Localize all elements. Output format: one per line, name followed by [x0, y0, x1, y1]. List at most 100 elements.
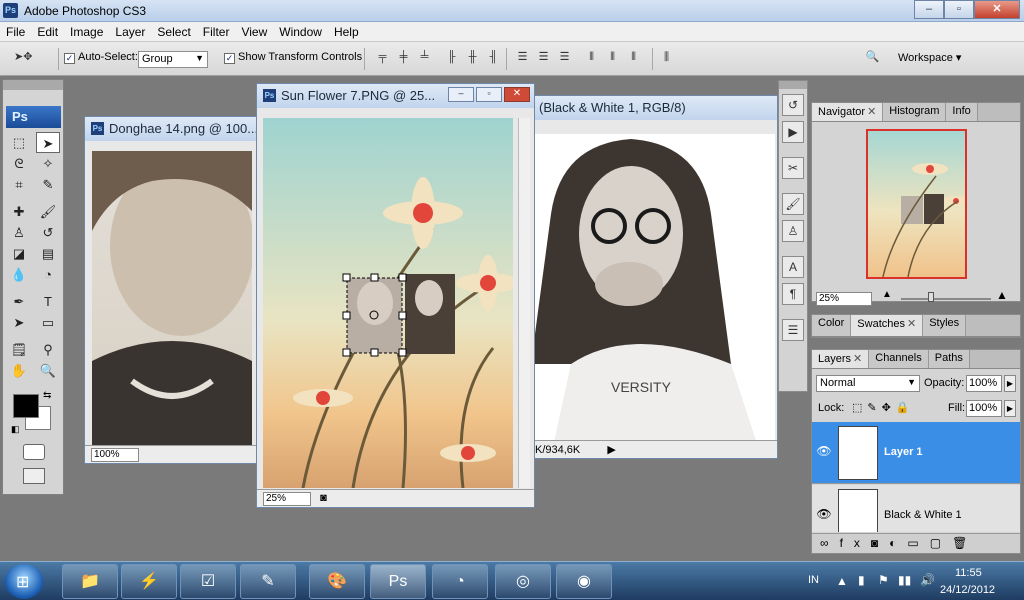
- bridge-icon[interactable]: 🔍: [864, 49, 881, 66]
- start-button[interactable]: ⊞: [5, 564, 43, 599]
- panel-grip[interactable]: [3, 80, 63, 90]
- blend-mode-dropdown[interactable]: Normal ▼: [816, 375, 920, 392]
- layer-mask-icon[interactable]: ◙: [871, 536, 889, 550]
- lasso-tool-icon[interactable]: ᘓ: [7, 153, 31, 174]
- type-tool-icon[interactable]: T: [36, 291, 60, 312]
- healing-brush-tool-icon[interactable]: ✚: [7, 201, 31, 222]
- doc-close-button[interactable]: ✕: [504, 87, 530, 102]
- document-titlebar[interactable]: (Black & White 1, RGB/8): [531, 96, 777, 120]
- quick-mask-icon[interactable]: [23, 444, 45, 460]
- new-group-icon[interactable]: ▭: [907, 536, 929, 550]
- history-brush-tool-icon[interactable]: ↺: [36, 222, 60, 243]
- show-transform-checkbox[interactable]: ✓: [224, 53, 235, 64]
- hand-tool-icon[interactable]: ✋: [7, 360, 31, 381]
- lock-transparency-icon[interactable]: ⬚: [852, 402, 867, 414]
- volume-icon[interactable]: 🔊: [920, 573, 935, 587]
- clone-stamp-tool-icon[interactable]: ♙: [7, 222, 31, 243]
- align-left-icon[interactable]: ╟: [443, 49, 460, 66]
- crop-tool-icon[interactable]: ⌗: [7, 174, 31, 195]
- eyedropper-tool-icon[interactable]: ⚲: [36, 339, 60, 360]
- distribute-right-icon[interactable]: ⫴: [625, 49, 642, 66]
- tab-info[interactable]: Info: [946, 103, 978, 121]
- brushes-panel-icon[interactable]: 🖌: [782, 193, 804, 215]
- layer-row[interactable]: 👁 Layer 1: [812, 422, 1020, 484]
- marquee-tool-icon[interactable]: ⬚: [7, 132, 31, 153]
- eye-icon[interactable]: 👁: [816, 444, 832, 458]
- clock-date[interactable]: 24/12/2012: [940, 584, 995, 596]
- vertical-scrollbar[interactable]: [518, 118, 530, 488]
- distribute-vcenter-icon[interactable]: ☰: [535, 49, 552, 66]
- distribute-hcenter-icon[interactable]: ⫴: [604, 49, 621, 66]
- fill-input[interactable]: 100%: [966, 400, 1002, 417]
- menu-view[interactable]: View: [235, 22, 273, 41]
- maximize-button[interactable]: ▫: [944, 0, 974, 19]
- lock-all-icon[interactable]: 🔒: [896, 402, 915, 414]
- panel-grip[interactable]: [779, 81, 807, 89]
- distribute-bottom-icon[interactable]: ☰: [556, 49, 573, 66]
- auto-select-dropdown[interactable]: Group ▼: [138, 51, 208, 68]
- foreground-color-swatch[interactable]: [13, 394, 39, 418]
- canvas-sunflower[interactable]: [263, 118, 513, 488]
- clock-time[interactable]: 11:55: [955, 567, 982, 579]
- close-icon[interactable]: ✕: [853, 353, 862, 365]
- checklist-task-icon[interactable]: ☑: [180, 564, 236, 599]
- tab-histogram[interactable]: Histogram: [883, 103, 947, 121]
- blur-tool-icon[interactable]: 💧: [7, 264, 31, 285]
- status-menu-icon[interactable]: ◙: [320, 492, 327, 504]
- action-center-icon[interactable]: ⚑: [878, 573, 889, 587]
- paragraph-panel-icon[interactable]: ¶: [782, 283, 804, 305]
- menu-image[interactable]: Image: [64, 22, 109, 41]
- delete-layer-icon[interactable]: 🗑: [952, 536, 978, 550]
- close-icon[interactable]: ✕: [867, 106, 876, 118]
- show-hidden-icons-icon[interactable]: ▲: [836, 574, 848, 588]
- slice-tool-icon[interactable]: ✎: [36, 174, 60, 195]
- auto-align-layers-icon[interactable]: ⫼: [658, 49, 675, 66]
- navigator-zoom-input[interactable]: 25%: [816, 292, 872, 306]
- swap-colors-icon[interactable]: ⇆: [43, 390, 51, 401]
- opacity-input[interactable]: 100%: [966, 375, 1002, 392]
- link-layers-icon[interactable]: ∞: [820, 536, 840, 550]
- language-indicator[interactable]: IN: [808, 574, 819, 586]
- align-top-icon[interactable]: ╤: [374, 49, 391, 66]
- auto-select-checkbox[interactable]: ✓: [64, 53, 75, 64]
- document-titlebar[interactable]: Ps Donghae 14.png @ 100...: [85, 117, 259, 141]
- brush-tool-icon[interactable]: 🖌: [36, 201, 60, 222]
- distribute-left-icon[interactable]: ⫴: [583, 49, 600, 66]
- tab-channels[interactable]: Channels: [869, 350, 929, 368]
- lock-image-icon[interactable]: ✎: [867, 402, 881, 414]
- media-player-task-icon[interactable]: ⚡: [121, 564, 177, 599]
- tab-paths[interactable]: Paths: [928, 350, 970, 368]
- layer-row[interactable]: 👁 Black & White 1: [812, 485, 1020, 532]
- network-icon[interactable]: ▮▮: [898, 573, 911, 587]
- align-right-icon[interactable]: ╢: [485, 49, 502, 66]
- document-titlebar[interactable]: Ps Sun Flower 7.PNG @ 25... – ▫ ✕: [257, 84, 534, 108]
- screen-mode-icon[interactable]: [23, 468, 45, 484]
- paint-task-icon[interactable]: 🎨: [309, 564, 365, 599]
- notes-tool-icon[interactable]: 🗒: [7, 339, 31, 360]
- chrome-task-icon[interactable]: ◉: [556, 564, 612, 599]
- dodge-tool-icon[interactable]: ◔: [36, 264, 60, 285]
- move-tool-preset-icon[interactable]: ➤✥: [14, 49, 32, 66]
- pen-tool-icon[interactable]: ✒: [7, 291, 31, 312]
- tab-color[interactable]: Color: [812, 315, 852, 336]
- show-transform-option[interactable]: ✓ Show Transform Controls: [224, 51, 362, 64]
- minimize-button[interactable]: –: [914, 0, 944, 19]
- menu-select[interactable]: Select: [151, 22, 196, 41]
- document-window-bw[interactable]: (Black & White 1, RGB/8) VERSITY K/934,6…: [530, 95, 778, 459]
- slider-handle[interactable]: [928, 292, 934, 302]
- close-button[interactable]: ✕: [974, 0, 1020, 19]
- new-layer-icon[interactable]: ▢: [930, 536, 952, 550]
- photoshop-task-icon[interactable]: Ps: [370, 564, 426, 599]
- history-panel-icon[interactable]: ↺: [782, 94, 804, 116]
- tab-swatches[interactable]: Swatches ✕: [851, 315, 924, 336]
- doc-maximize-button[interactable]: ▫: [476, 87, 502, 102]
- adjustment-layer-icon[interactable]: ◐: [889, 536, 907, 550]
- eraser-tool-icon[interactable]: ◪: [7, 243, 31, 264]
- gradient-tool-icon[interactable]: ▤: [36, 243, 60, 264]
- layer-style-icon[interactable]: fx: [840, 536, 871, 550]
- distribute-top-icon[interactable]: ☰: [514, 49, 531, 66]
- close-icon[interactable]: ✕: [907, 318, 916, 330]
- canvas-black-white[interactable]: VERSITY: [531, 134, 775, 456]
- tab-layers[interactable]: Layers ✕: [812, 350, 870, 368]
- character-panel-icon[interactable]: A: [782, 256, 804, 278]
